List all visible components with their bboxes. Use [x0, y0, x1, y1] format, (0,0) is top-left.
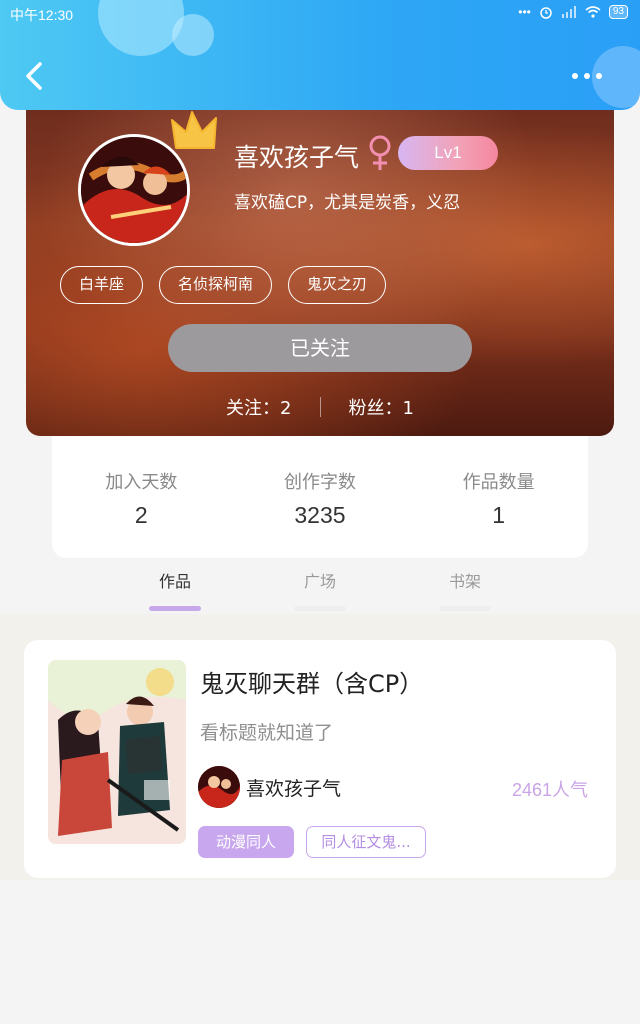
status-time: 中午12:30 [10, 7, 74, 23]
tab-indicator [294, 606, 346, 611]
profile-tag[interactable]: 名侦探柯南 [159, 266, 273, 304]
stat-join-days: 加入天数 2 [66, 468, 216, 558]
tab-bookshelf[interactable]: 书架 [420, 568, 510, 611]
stat-work-count: 作品数量 1 [424, 468, 574, 558]
work-card[interactable]: 鬼灭聊天群（含CP） 看标题就知道了 喜欢孩子气 2461人气 动漫同人 同人征… [24, 640, 616, 878]
tab-label: 书架 [448, 572, 481, 591]
content-tabs: 作品 广场 书架 [0, 564, 640, 612]
signal-icon [561, 6, 576, 18]
followers-count[interactable]: 粉丝：1 [349, 394, 414, 420]
top-bar: 中午12:30 ••• 93 [0, 0, 640, 110]
battery-indicator: 93 [608, 5, 628, 19]
tab-label: 广场 [303, 572, 336, 591]
dot [584, 73, 590, 79]
wifi-icon [585, 6, 601, 18]
level-badge: Lv1 [398, 136, 498, 170]
profile-tag[interactable]: 白羊座 [60, 266, 144, 304]
popularity-count: 2461人气 [511, 780, 588, 800]
female-icon [369, 135, 391, 170]
profile-card: 喜欢孩子气 Lv1 喜欢磕CP，尤其是炭香，义忍 白羊座 名侦探柯南 鬼灭之刃 … [26, 90, 614, 436]
author-avatar[interactable] [198, 766, 240, 808]
profile-tags: 白羊座 名侦探柯南 鬼灭之刃 [60, 266, 387, 304]
following-count[interactable]: 关注：2 [226, 394, 291, 420]
cover-illustration [48, 660, 186, 844]
stat-label: 创作字数 [283, 472, 356, 493]
tab-works[interactable]: 作品 [130, 568, 220, 611]
follow-stats: 关注：2 粉丝：1 [26, 394, 614, 420]
tab-indicator [149, 606, 201, 611]
follow-button[interactable]: 已关注 [168, 324, 472, 372]
username: 喜欢孩子气 [234, 143, 360, 172]
work-contest-chip[interactable]: 同人征文鬼... [306, 826, 426, 858]
author-avatar-illustration [198, 766, 240, 808]
decor-bubble [98, 0, 184, 56]
tab-square[interactable]: 广场 [275, 568, 365, 611]
work-cover-image [48, 660, 186, 844]
stat-value: 3235 [294, 502, 346, 528]
divider [319, 397, 321, 417]
profile-tag[interactable]: 鬼灭之刃 [288, 266, 387, 304]
stat-label: 作品数量 [462, 472, 535, 493]
decor-bubble [172, 14, 214, 56]
tab-indicator [439, 606, 491, 611]
more-options-button[interactable] [572, 68, 612, 84]
dot [572, 73, 578, 79]
chevron-left-icon [26, 62, 42, 90]
author-name[interactable]: 喜欢孩子气 [246, 774, 341, 801]
stat-label: 加入天数 [105, 472, 178, 493]
status-icons: ••• 93 [518, 5, 628, 19]
work-description: 看标题就知道了 [200, 722, 334, 744]
more-dots-icon: ••• [518, 5, 531, 19]
stat-value: 2 [134, 502, 148, 528]
work-category-chip[interactable]: 动漫同人 [198, 826, 294, 858]
profile-bio: 喜欢磕CP，尤其是炭香，义忍 [234, 193, 461, 213]
work-title[interactable]: 鬼灭聊天群（含CP） [200, 664, 423, 699]
back-button[interactable] [18, 56, 54, 96]
dot [596, 73, 602, 79]
alarm-icon [540, 7, 552, 19]
stats-panel: 加入天数 2 创作字数 3235 作品数量 1 [52, 420, 588, 558]
stat-word-count: 创作字数 3235 [245, 468, 395, 558]
tab-label: 作品 [158, 572, 191, 591]
stat-value: 1 [492, 502, 506, 528]
crown-icon [171, 111, 217, 149]
